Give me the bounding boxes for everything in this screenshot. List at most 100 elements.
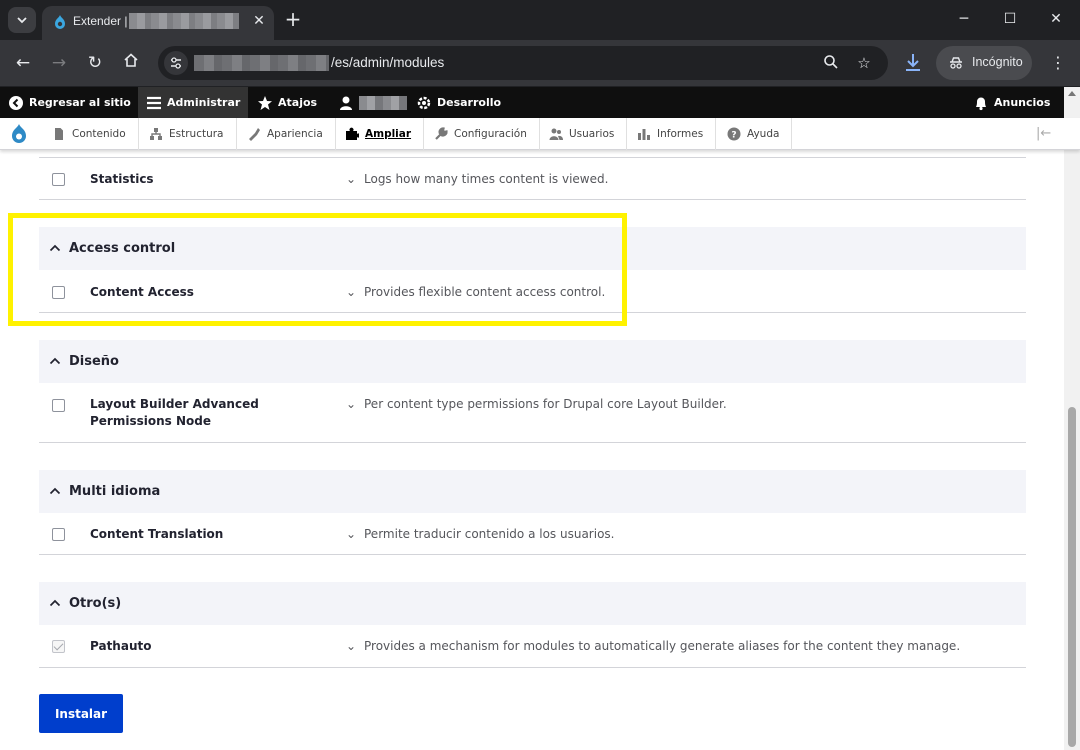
user-icon (340, 96, 352, 110)
chevron-down-icon: ⌄ (346, 397, 357, 411)
chevron-up-icon (49, 354, 61, 369)
tray-item-ayuda[interactable]: ? Ayuda (717, 118, 793, 150)
module-description-text: Per content type permissions for Drupal … (364, 397, 727, 411)
tray-item-ampliar[interactable]: Ampliar (335, 118, 425, 150)
module-row-pathauto: Pathauto ⌄ Provides a mechanism for modul… (39, 625, 1026, 668)
redacted-username (359, 95, 407, 110)
new-tab-button[interactable]: + (283, 9, 303, 29)
announcements-button[interactable]: Anuncios (973, 87, 1050, 118)
user-menu-button[interactable] (338, 87, 407, 118)
scroll-up-arrow-icon[interactable] (1068, 91, 1076, 96)
module-description-text: Permite traducir contenido a los usuario… (364, 527, 615, 541)
redacted-domain (194, 55, 329, 71)
tab-search-button[interactable] (8, 7, 36, 33)
tray-item-estructura[interactable]: Estructura (139, 118, 237, 150)
module-description[interactable]: ⌄ Permite traducir contenido a los usuari… (346, 527, 614, 541)
manage-menu-button[interactable]: Administrar (138, 87, 249, 118)
maximize-icon[interactable]: ☐ (1000, 9, 1020, 29)
scrollbar-thumb[interactable] (1068, 407, 1076, 747)
download-icon[interactable] (902, 51, 924, 75)
forward-icon[interactable]: → (48, 52, 70, 74)
module-description[interactable]: ⌄ Logs how many times content is viewed. (346, 172, 608, 186)
manage-label: Administrar (167, 96, 241, 109)
tray-item-label: Contenido (72, 128, 126, 140)
module-checkbox-checked-disabled (52, 640, 65, 653)
shortcuts-menu-button[interactable]: Atajos (257, 87, 317, 118)
back-icon[interactable]: ← (12, 52, 34, 74)
tray-item-usuarios[interactable]: Usuarios (539, 118, 628, 150)
reload-icon[interactable]: ↻ (84, 52, 106, 74)
puzzle-icon (346, 127, 359, 140)
module-description[interactable]: ⌄ Per content type permissions for Drupal… (346, 397, 727, 411)
module-name: Statistics (90, 172, 154, 186)
tray-item-apariencia[interactable]: Apariencia (237, 118, 336, 150)
announcements-label: Anuncios (994, 96, 1051, 109)
back-to-site-label: Regresar al sitio (29, 96, 131, 109)
minimize-icon[interactable]: ─ (954, 9, 974, 29)
browser-menu-icon[interactable]: ⋮ (1048, 52, 1068, 74)
group-title: Otro(s) (69, 596, 122, 611)
chevron-down-icon (17, 17, 27, 24)
chevron-up-icon (49, 596, 61, 611)
highlight-annotation-box (8, 213, 627, 326)
browser-toolbar: ← → ↻ /es/admin/modules ☆ Incógnito ⋮ (0, 40, 1080, 86)
page-scrollbar[interactable] (1064, 87, 1080, 750)
hamburger-icon (147, 96, 161, 109)
star-icon (258, 95, 272, 110)
tray-item-label: Apariencia (267, 128, 323, 140)
group-header-diseno[interactable]: Diseño (39, 340, 1026, 383)
group-header-multi-idioma[interactable]: Multi idioma (39, 470, 1026, 513)
module-row-content-translation: Content Translation ⌄ Permite traducir co… (39, 513, 1026, 555)
module-checkbox[interactable] (52, 173, 65, 186)
install-button[interactable]: Instalar (39, 694, 123, 733)
devel-menu-button[interactable]: Desarrollo (416, 87, 501, 118)
drupal-favicon-icon (55, 15, 65, 29)
tab-close-icon[interactable]: ✕ (250, 12, 268, 30)
svg-text:?: ? (731, 131, 736, 141)
module-list-page: Statistics ⌄ Logs how many times content … (0, 150, 1064, 750)
site-info-icon[interactable] (164, 51, 188, 75)
url-path: /es/admin/modules (331, 55, 445, 70)
group-title: Multi idioma (69, 484, 161, 499)
back-to-site-link[interactable]: Regresar al sitio (8, 87, 131, 118)
tray-item-informes[interactable]: Informes (627, 118, 717, 150)
document-icon (55, 128, 63, 140)
incognito-icon (950, 57, 962, 69)
module-description[interactable]: ⌄ Provides a mechanism for modules to aut… (346, 639, 960, 653)
tray-item-contenido[interactable]: Contenido (42, 118, 139, 150)
chevron-down-icon: ⌄ (346, 172, 357, 186)
incognito-label: Incógnito (972, 55, 1023, 69)
module-checkbox[interactable] (52, 528, 65, 541)
module-row-statistics: Statistics ⌄ Logs how many times content … (39, 158, 1026, 200)
drupal-admin-toolbar: Regresar al sitio Administrar Atajos Des… (0, 87, 1080, 118)
tray-orientation-toggle-icon[interactable]: |← (1036, 126, 1058, 142)
redacted-site-name (129, 13, 239, 29)
module-checkbox[interactable] (52, 399, 65, 412)
drupal-admin-tray: Contenido Estructura Apariencia Ampliar … (0, 118, 1080, 150)
group-header-otros[interactable]: Otro(s) (39, 582, 1026, 625)
devel-label: Desarrollo (437, 96, 502, 109)
module-row-layout-builder-permissions: Layout Builder Advanced Permissions Node… (39, 383, 1026, 443)
structure-icon (150, 128, 162, 140)
incognito-badge[interactable]: Incógnito (936, 46, 1032, 80)
browser-tab[interactable]: Extender | ✕ (42, 6, 274, 40)
tray-item-label: Ayuda (747, 128, 780, 140)
tray-item-configuracion[interactable]: Configuración (424, 118, 540, 150)
address-bar[interactable]: /es/admin/modules ☆ (158, 46, 888, 80)
zoom-icon[interactable] (822, 54, 840, 72)
browser-tab-strip: Extender | ✕ + ─ ☐ ✕ (0, 0, 1080, 40)
chevron-up-icon (49, 484, 61, 499)
tray-item-label: Ampliar (365, 128, 412, 140)
window-close-icon[interactable]: ✕ (1046, 9, 1066, 29)
back-circle-icon (9, 95, 23, 110)
home-icon[interactable] (120, 52, 142, 74)
help-icon: ? (727, 127, 741, 141)
drupal-logo-icon[interactable] (8, 123, 30, 145)
users-icon (549, 128, 563, 140)
bell-icon (976, 97, 986, 110)
brush-icon (249, 128, 260, 141)
tab-title: Extender | (73, 14, 128, 28)
tray-item-label: Usuarios (569, 128, 615, 140)
bookmark-star-icon[interactable]: ☆ (855, 54, 873, 72)
wrench-icon (435, 127, 448, 140)
